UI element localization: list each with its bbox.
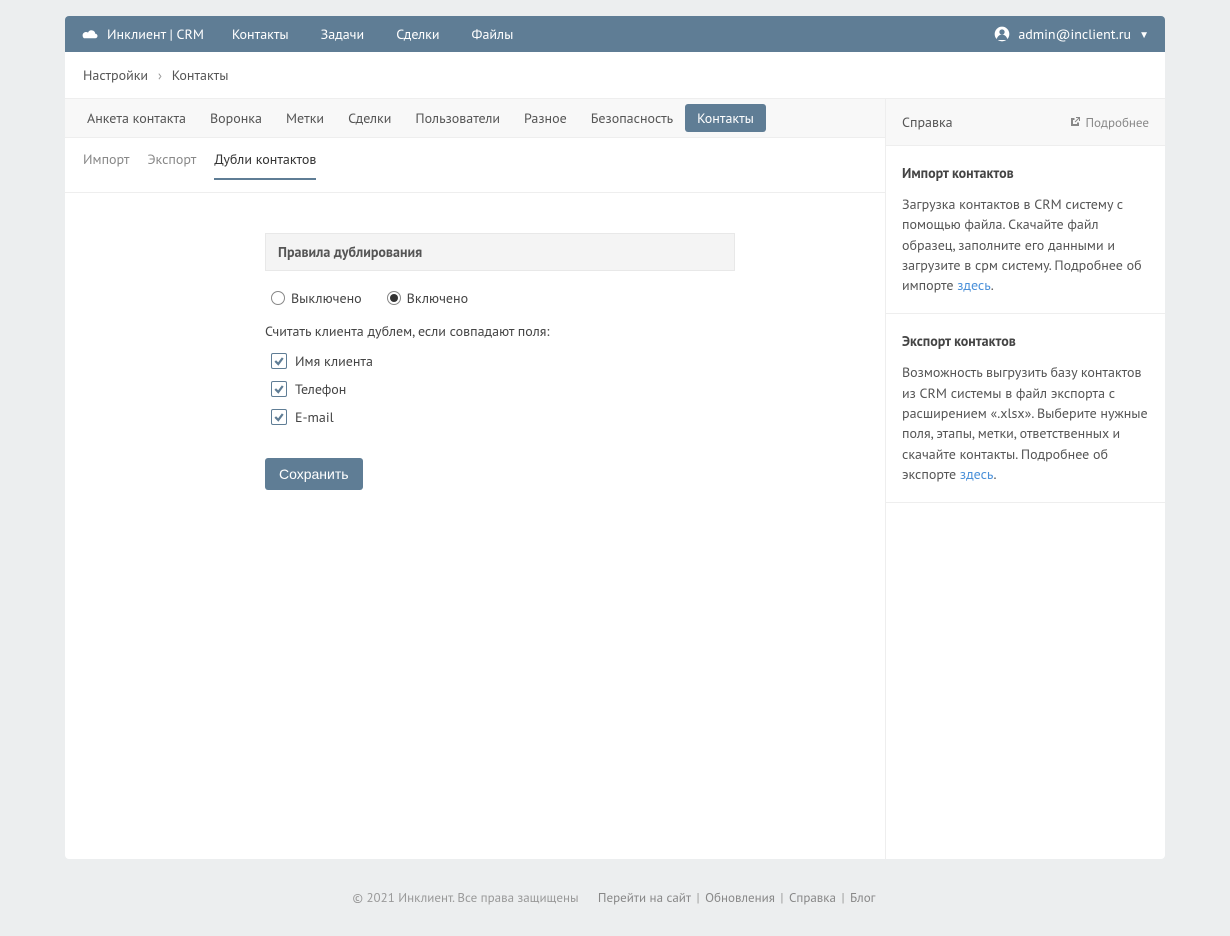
breadcrumb: Настройки › Контакты (65, 52, 1165, 99)
checkbox-phone[interactable] (271, 381, 287, 397)
checkbox-email-label: E-mail (295, 408, 334, 426)
side-import-link[interactable]: здесь (957, 276, 991, 294)
radio-unchecked-icon (271, 291, 285, 305)
settings-tabs: Анкета контакта Воронка Метки Сделки Пол… (65, 99, 885, 138)
form-description: Считать клиента дублем, если совпадают п… (265, 322, 735, 340)
radio-on-label: Включено (407, 289, 468, 307)
side-export-title: Экспорт контактов (902, 332, 1149, 350)
footer-updates[interactable]: Обновления (703, 889, 777, 906)
tab-misc[interactable]: Разное (512, 99, 579, 137)
radio-off-label: Выключено (291, 289, 362, 307)
cloud-icon (81, 28, 99, 41)
tab-labels[interactable]: Метки (274, 99, 336, 137)
nav-files[interactable]: Файлы (472, 25, 514, 43)
contacts-subtabs: Импорт Экспорт Дубли контактов (65, 138, 885, 193)
side-import-title: Импорт контактов (902, 164, 1149, 182)
section-title: Правила дублирования (265, 233, 735, 271)
tab-deals[interactable]: Сделки (336, 99, 403, 137)
external-link-icon (1069, 116, 1081, 128)
side-more-link[interactable]: Подробнее (1069, 114, 1149, 131)
brand-logo[interactable]: Инклиент | CRM (81, 25, 204, 43)
chevron-right-icon: › (152, 66, 168, 84)
footer-site[interactable]: Перейти на сайт (596, 889, 693, 906)
radio-off[interactable]: Выключено (271, 289, 362, 307)
nav-tasks[interactable]: Задачи (321, 25, 365, 43)
tab-funnel[interactable]: Воронка (198, 99, 274, 137)
side-help-title: Справка (902, 113, 953, 131)
radio-on[interactable]: Включено (387, 289, 468, 307)
footer-blog[interactable]: Блог (848, 889, 877, 906)
caret-down-icon: ▼ (1139, 28, 1149, 41)
user-menu[interactable]: admin@inclient.ru ▼ (994, 25, 1149, 43)
side-more-label: Подробнее (1085, 114, 1149, 131)
side-export-link[interactable]: здесь (960, 465, 994, 483)
side-import-body: Загрузка контактов в CRM систему с помощ… (902, 194, 1149, 295)
nav-deals[interactable]: Сделки (396, 25, 439, 43)
breadcrumb-current: Контакты (172, 66, 229, 84)
checkbox-phone-label: Телефон (295, 380, 346, 398)
top-navbar: Инклиент | CRM Контакты Задачи Сделки Фа… (65, 16, 1165, 52)
footer: © 2021 Инклиент. Все права защищены Пере… (65, 859, 1165, 936)
checkbox-client-name-label: Имя клиента (295, 352, 373, 370)
brand-text: Инклиент | CRM (107, 25, 204, 43)
breadcrumb-parent[interactable]: Настройки (83, 66, 148, 84)
side-export-body: Возможность выгрузить базу контактов из … (902, 362, 1149, 484)
tab-security[interactable]: Безопасность (579, 99, 685, 137)
footer-help[interactable]: Справка (787, 889, 838, 906)
checkbox-client-name[interactable] (271, 353, 287, 369)
tab-users[interactable]: Пользователи (403, 99, 512, 137)
user-avatar-icon (994, 26, 1010, 42)
subtab-import[interactable]: Импорт (83, 150, 129, 180)
tab-contact-profile[interactable]: Анкета контакта (75, 99, 198, 137)
subtab-duplicates[interactable]: Дубли контактов (214, 150, 316, 180)
checkbox-email[interactable] (271, 409, 287, 425)
radio-checked-icon (387, 291, 401, 305)
user-email: admin@inclient.ru (1018, 25, 1131, 43)
tab-contacts[interactable]: Контакты (685, 104, 766, 132)
nav-contacts[interactable]: Контакты (232, 25, 289, 43)
save-button[interactable]: Сохранить (265, 458, 363, 490)
subtab-export[interactable]: Экспорт (147, 150, 196, 180)
footer-copy: © 2021 Инклиент. Все права защищены (353, 889, 579, 906)
